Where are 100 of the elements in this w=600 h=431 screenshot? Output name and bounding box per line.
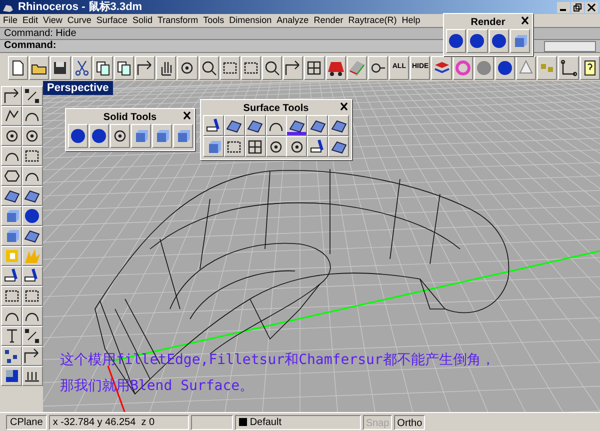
tool-button[interactable] [304, 56, 325, 80]
tool-button[interactable] [474, 56, 494, 80]
tool-button[interactable] [22, 166, 42, 186]
tool-button[interactable] [92, 56, 113, 80]
tool-button[interactable] [494, 56, 516, 80]
dimension-icon [560, 58, 578, 76]
toolbar-title: Render [470, 18, 506, 28]
tool-button[interactable] [328, 115, 350, 136]
tool-button[interactable] [1, 266, 22, 286]
tool-button[interactable] [1, 366, 22, 386]
menu-item[interactable]: Analyze [276, 16, 309, 25]
tool-button[interactable] [1, 326, 22, 346]
tool-button[interactable] [22, 366, 42, 386]
tool-button[interactable] [558, 56, 579, 80]
menu-item[interactable]: Transform [157, 16, 198, 25]
menu-item[interactable]: View [43, 16, 62, 25]
tool-button[interactable] [50, 56, 71, 80]
tool-button[interactable] [452, 56, 473, 80]
menu-item[interactable]: Tools [203, 16, 224, 25]
tool-button[interactable] [1, 186, 22, 206]
restore-icon[interactable] [571, 2, 584, 12]
tool-button[interactable] [22, 346, 42, 366]
menu-item[interactable]: File [3, 16, 18, 25]
menu-item[interactable]: Solid [132, 16, 152, 25]
tool-button[interactable] [156, 56, 176, 80]
tool-button[interactable] [1, 306, 22, 326]
tool-button[interactable] [1, 286, 22, 306]
tool-button[interactable] [224, 136, 245, 157]
tool-button[interactable] [29, 56, 50, 80]
tool-button[interactable] [1, 106, 22, 126]
tool-button[interactable] [198, 56, 219, 80]
tool-button[interactable] [240, 56, 262, 80]
tool-button[interactable] [135, 56, 156, 80]
close-icon[interactable] [182, 111, 192, 120]
close-icon[interactable] [520, 16, 530, 25]
tool-button[interactable] [1, 126, 22, 146]
tool-button[interactable] [114, 56, 134, 80]
tool-button[interactable] [266, 136, 287, 157]
tool-button[interactable] [224, 115, 245, 136]
tool-button[interactable] [368, 56, 388, 80]
tool-button[interactable] [1, 146, 22, 166]
tool-button[interactable] [22, 146, 42, 166]
plane-icon [348, 58, 366, 76]
tool-button[interactable] [467, 29, 488, 53]
tool-button[interactable] [22, 326, 42, 346]
tool-button[interactable] [262, 56, 282, 80]
tool-button[interactable] [266, 115, 287, 136]
tool-button[interactable] [72, 56, 92, 80]
tool-button[interactable] [110, 124, 130, 148]
tool-button[interactable] [22, 226, 42, 246]
tool-button[interactable] [244, 136, 266, 157]
tool-button[interactable] [488, 29, 509, 53]
close-icon[interactable] [339, 102, 349, 111]
tool-button[interactable] [328, 136, 350, 157]
tool-button[interactable] [22, 286, 42, 306]
menu-item[interactable]: Dimension [229, 16, 272, 25]
menu-item[interactable]: Render [314, 16, 344, 25]
tool-button[interactable] [286, 136, 308, 157]
tool-button[interactable] [22, 266, 42, 286]
tool-button[interactable] [286, 115, 308, 136]
tool-button[interactable] [89, 124, 109, 148]
menu-item[interactable]: Raytrace(R) [348, 16, 397, 25]
tool-button[interactable] [446, 29, 466, 53]
tool-button[interactable] [307, 136, 328, 157]
status-field [190, 414, 233, 430]
status-toggle[interactable]: Ortho [394, 414, 426, 430]
command-prompt: Command: [4, 41, 56, 51]
tool-button[interactable] [203, 115, 224, 136]
tool-button[interactable] [431, 56, 452, 80]
tool-button[interactable] [283, 56, 304, 80]
tool-button[interactable] [516, 56, 536, 80]
menu-item[interactable]: Curve [67, 16, 92, 25]
tool-button[interactable] [68, 124, 88, 148]
tool-button[interactable] [22, 106, 42, 126]
tool-button[interactable] [326, 56, 346, 80]
window-title: Rhinoceros - 鼠标3.3dm [18, 2, 142, 12]
tool-button[interactable] [220, 56, 240, 80]
sphere-icon [447, 32, 466, 50]
minimize-icon[interactable] [557, 2, 570, 12]
tool-button[interactable] [22, 126, 42, 146]
tool-button[interactable] [22, 306, 42, 326]
scroll-bar[interactable] [544, 40, 596, 52]
tool-button[interactable] [177, 56, 198, 80]
tool-button[interactable] [1, 86, 22, 106]
menu-item[interactable]: Help [402, 16, 420, 25]
tool-button[interactable] [22, 86, 42, 106]
tool-button[interactable] [580, 56, 600, 80]
layer-field[interactable]: Default [234, 414, 361, 430]
tool-button[interactable] [8, 56, 28, 80]
tool-button[interactable] [244, 115, 266, 136]
menu-item[interactable]: Edit [22, 16, 38, 25]
menu-item[interactable]: Surface [96, 16, 128, 25]
tool-button[interactable] [1, 346, 22, 366]
sphere-icon [474, 58, 493, 76]
tool-button[interactable] [22, 206, 42, 226]
tool-button[interactable] [1, 166, 22, 186]
zoom-icon [200, 58, 218, 76]
tool-button[interactable] [22, 186, 42, 206]
close-icon[interactable] [585, 2, 598, 12]
tool-button[interactable] [307, 115, 328, 136]
